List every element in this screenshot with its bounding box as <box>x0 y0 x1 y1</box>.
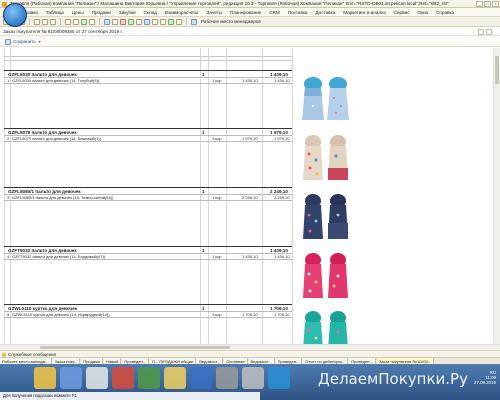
calendar-icon[interactable] <box>89 18 95 25</box>
block-separator <box>4 70 292 71</box>
paste-icon[interactable] <box>50 18 56 25</box>
calculator-icon[interactable] <box>81 18 87 25</box>
grid-line <box>4 56 292 57</box>
toolbar-divider <box>29 18 30 25</box>
close-button[interactable]: × <box>492 1 499 7</box>
product-photo-burgundy-coat <box>296 250 354 302</box>
menu-purchases[interactable]: Закупки <box>118 8 137 16</box>
toolbar-divider <box>186 18 187 25</box>
1c-icon[interactable] <box>164 367 186 389</box>
documents-icon[interactable] <box>104 18 110 25</box>
grid-line <box>4 60 292 61</box>
menu-table[interactable]: Таблица <box>45 8 65 16</box>
grid-line <box>4 83 292 84</box>
app-icon[interactable] <box>242 367 264 389</box>
document-header: Заказ покупателя № 61/00009355 от 27 сен… <box>0 28 500 36</box>
status-bar-hint: Для получения подсказки нажмите F1 <box>0 392 260 400</box>
clients-icon[interactable] <box>136 18 142 25</box>
menu-bar: Файл Правка Таблица Цены Продажи Закупки… <box>0 8 500 17</box>
scroll-thumb[interactable] <box>40 346 230 349</box>
workplace-icon[interactable] <box>191 18 197 25</box>
app-icon[interactable] <box>216 367 238 389</box>
info-icon <box>2 352 6 357</box>
product-block: GZFL5079 пальто для девочек 1 1 979,10 2… <box>4 128 292 188</box>
journal-icon[interactable] <box>160 18 166 25</box>
product-photo-beige-coat <box>296 132 354 184</box>
minimize-button[interactable]: _ <box>476 1 483 7</box>
grid-line <box>4 141 292 142</box>
document-title: Заказ покупателя № 61/00009355 от 27 сен… <box>3 29 123 34</box>
settings-icon[interactable] <box>176 18 182 25</box>
service-messages-panel[interactable]: Служебные сообщения <box>0 350 500 357</box>
cash-icon[interactable] <box>120 18 126 25</box>
chrome-icon[interactable] <box>86 367 108 389</box>
product-photo-emerald-jacket <box>296 308 354 344</box>
block-separator <box>4 187 292 188</box>
save-button[interactable]: Сохранить ▼ <box>5 38 42 45</box>
grid-line <box>4 259 292 260</box>
menu-windows[interactable]: Окна <box>416 8 429 16</box>
menu-warehouse[interactable]: Склад <box>143 8 158 16</box>
scroll-thumb[interactable] <box>495 56 499 84</box>
window-title-bar: Торговля (Рабочая) Компания "Пеликан" / … <box>0 0 500 8</box>
stock-icon[interactable] <box>168 18 174 25</box>
product-block: GZWL5110 куртка для девочек 1 1 709,10 5… <box>4 304 292 344</box>
goods-icon[interactable] <box>128 18 134 25</box>
browser-icon[interactable] <box>60 367 82 389</box>
vertical-scrollbar[interactable] <box>493 48 500 344</box>
product-photo-dark-blue-coat <box>296 191 354 243</box>
product-block: GZFL5030 пальто для девочек 1 1 439,10 1… <box>4 70 292 130</box>
copy-icon[interactable] <box>42 18 48 25</box>
menu-help[interactable]: Справка <box>435 8 455 16</box>
workplace-label[interactable]: Рабочее место менеджеров <box>201 19 261 24</box>
document-toolbar: Сохранить ▼ <box>0 37 500 47</box>
find-icon[interactable] <box>65 18 71 25</box>
menu-crm[interactable]: CRM <box>268 8 280 16</box>
toolbar-divider <box>99 18 100 25</box>
spreadsheet-document[interactable]: GZFL5030 пальто для девочек 1 1 439,10 1… <box>0 48 500 344</box>
menu-planning[interactable]: Планирование <box>229 8 262 16</box>
block-separator <box>4 128 292 129</box>
menu-prices[interactable]: Цены <box>71 8 85 16</box>
skype-icon[interactable] <box>268 367 290 389</box>
document-close-button[interactable] <box>486 29 492 35</box>
product-block: GZFL5080/1 пальто для девочек 1 2 249,10… <box>4 187 292 247</box>
system-tray[interactable]: RU 11:09 27.09.2019 <box>430 370 500 396</box>
product-block: GZFT5032 пальто для девочек 1 1 439,10 4… <box>4 246 292 306</box>
grid-line <box>4 200 292 201</box>
main-toolbar: Рабочее место менеджеров <box>0 17 500 27</box>
product-photo-light-blue-coat <box>296 74 354 124</box>
menu-marketing[interactable]: Маркетинг и анализ <box>342 8 386 16</box>
window-title: Торговля (Рабочая) Компания "Пеликан" / … <box>10 1 450 6</box>
opera-icon[interactable] <box>112 367 134 389</box>
menu-sales[interactable]: Продажи <box>91 8 112 16</box>
invoice-icon[interactable] <box>152 18 158 25</box>
save-label: Сохранить <box>13 39 36 44</box>
menu-settlements[interactable]: Взаиморасчеты <box>164 8 200 16</box>
menu-supplies[interactable]: Поставки <box>287 8 309 16</box>
maximize-button[interactable]: □ <box>484 1 491 7</box>
word-icon[interactable] <box>190 367 212 389</box>
start-button[interactable] <box>3 3 27 27</box>
window-tabs-bar: Рабочее место менедж... Заказ поку... Пр… <box>0 357 500 364</box>
tray-date[interactable]: 27.09.2019 <box>430 380 496 385</box>
menu-service[interactable]: Сервис <box>393 8 411 16</box>
document-minimize-button[interactable] <box>478 29 484 35</box>
cut-icon[interactable] <box>34 18 40 25</box>
save-icon <box>5 38 11 45</box>
orders-icon[interactable] <box>144 18 150 25</box>
chevron-down-icon: ▼ <box>37 39 42 44</box>
block-separator <box>4 304 292 305</box>
replace-icon[interactable] <box>73 18 79 25</box>
menu-offsets[interactable]: Зачеты <box>205 8 222 16</box>
toolbar-divider <box>60 18 61 25</box>
grid-line <box>4 317 292 318</box>
excel-icon[interactable] <box>138 367 160 389</box>
explorer-icon[interactable] <box>34 367 56 389</box>
reports-icon[interactable] <box>112 18 118 25</box>
block-separator <box>4 246 292 247</box>
column-divider <box>292 48 293 344</box>
menu-delivery[interactable]: Доставка <box>315 8 337 16</box>
